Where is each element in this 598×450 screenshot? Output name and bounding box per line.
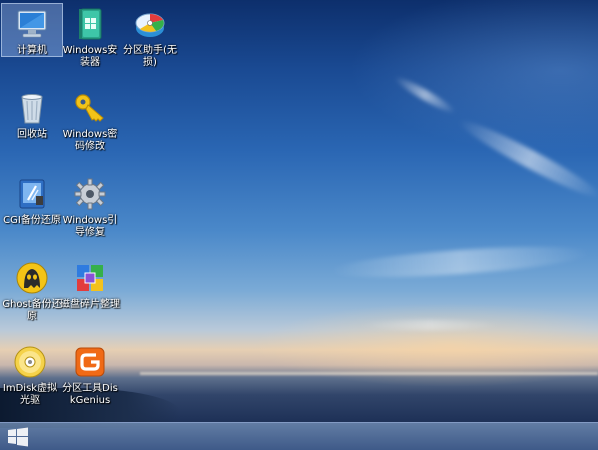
cloud-streak	[360, 320, 500, 330]
horizon-glow	[140, 372, 598, 375]
desktop-icon-password-change[interactable]: Windows密码修改	[60, 88, 120, 153]
partition-assistant-icon	[135, 13, 165, 37]
desktop-icon-label: Windows引导修复	[62, 215, 118, 238]
desktop-icon-label: Windows安装器	[62, 45, 118, 68]
windows-installer-icon	[79, 8, 102, 40]
windows-logo-icon[interactable]	[6, 427, 30, 447]
taskbar	[0, 422, 598, 450]
desktop[interactable]: 计算机 Windows安装器 分区助手(无损) 回收站 Windows密码修改 …	[0, 0, 598, 450]
ghost-icon	[16, 262, 48, 294]
desktop-icon-recycle-bin[interactable]: 回收站	[2, 88, 62, 141]
desktop-icon-label: Windows密码修改	[62, 129, 118, 152]
desktop-icon-label: 磁盘碎片整理	[60, 299, 120, 310]
desktop-icon-label: Ghost备份还原	[2, 299, 62, 322]
computer-icon	[17, 10, 47, 38]
defrag-icon	[77, 265, 103, 291]
cloud-streak	[392, 73, 458, 117]
desktop-icon-boot-repair[interactable]: Windows引导修复	[60, 174, 120, 239]
desktop-icon-ghost-backup[interactable]: Ghost备份还原	[2, 258, 62, 323]
desktop-icon-label: CGI备份还原	[3, 215, 61, 226]
desktop-icon-diskgenius[interactable]: 分区工具DiskGenius	[60, 342, 120, 407]
cloud-streak	[455, 113, 598, 205]
desktop-icon-cgi-backup[interactable]: CGI备份还原	[2, 174, 62, 227]
key-icon	[75, 94, 104, 122]
desktop-icon-label: 回收站	[17, 129, 47, 140]
gear-icon	[74, 178, 106, 210]
cgi-backup-icon	[19, 179, 45, 209]
desktop-icon-label: 计算机	[17, 45, 47, 56]
desktop-icon-imdisk[interactable]: ImDisk虚拟光驱	[0, 342, 60, 407]
desktop-icon-label: 分区助手(无损)	[123, 45, 177, 68]
desktop-icon-defrag[interactable]: 磁盘碎片整理	[60, 258, 120, 311]
recycle-bin-icon	[21, 94, 43, 124]
virtual-cd-icon	[14, 346, 46, 378]
diskgenius-icon	[75, 347, 105, 377]
desktop-icon-partition-assistant[interactable]: 分区助手(无损)	[120, 4, 180, 69]
desktop-icon-computer[interactable]: 计算机	[1, 3, 63, 57]
cloud-streak	[329, 240, 591, 284]
desktop-icon-label: 分区工具DiskGenius	[62, 383, 118, 406]
desktop-icon-windows-installer[interactable]: Windows安装器	[60, 4, 120, 69]
desktop-icon-label: ImDisk虚拟光驱	[2, 383, 58, 406]
